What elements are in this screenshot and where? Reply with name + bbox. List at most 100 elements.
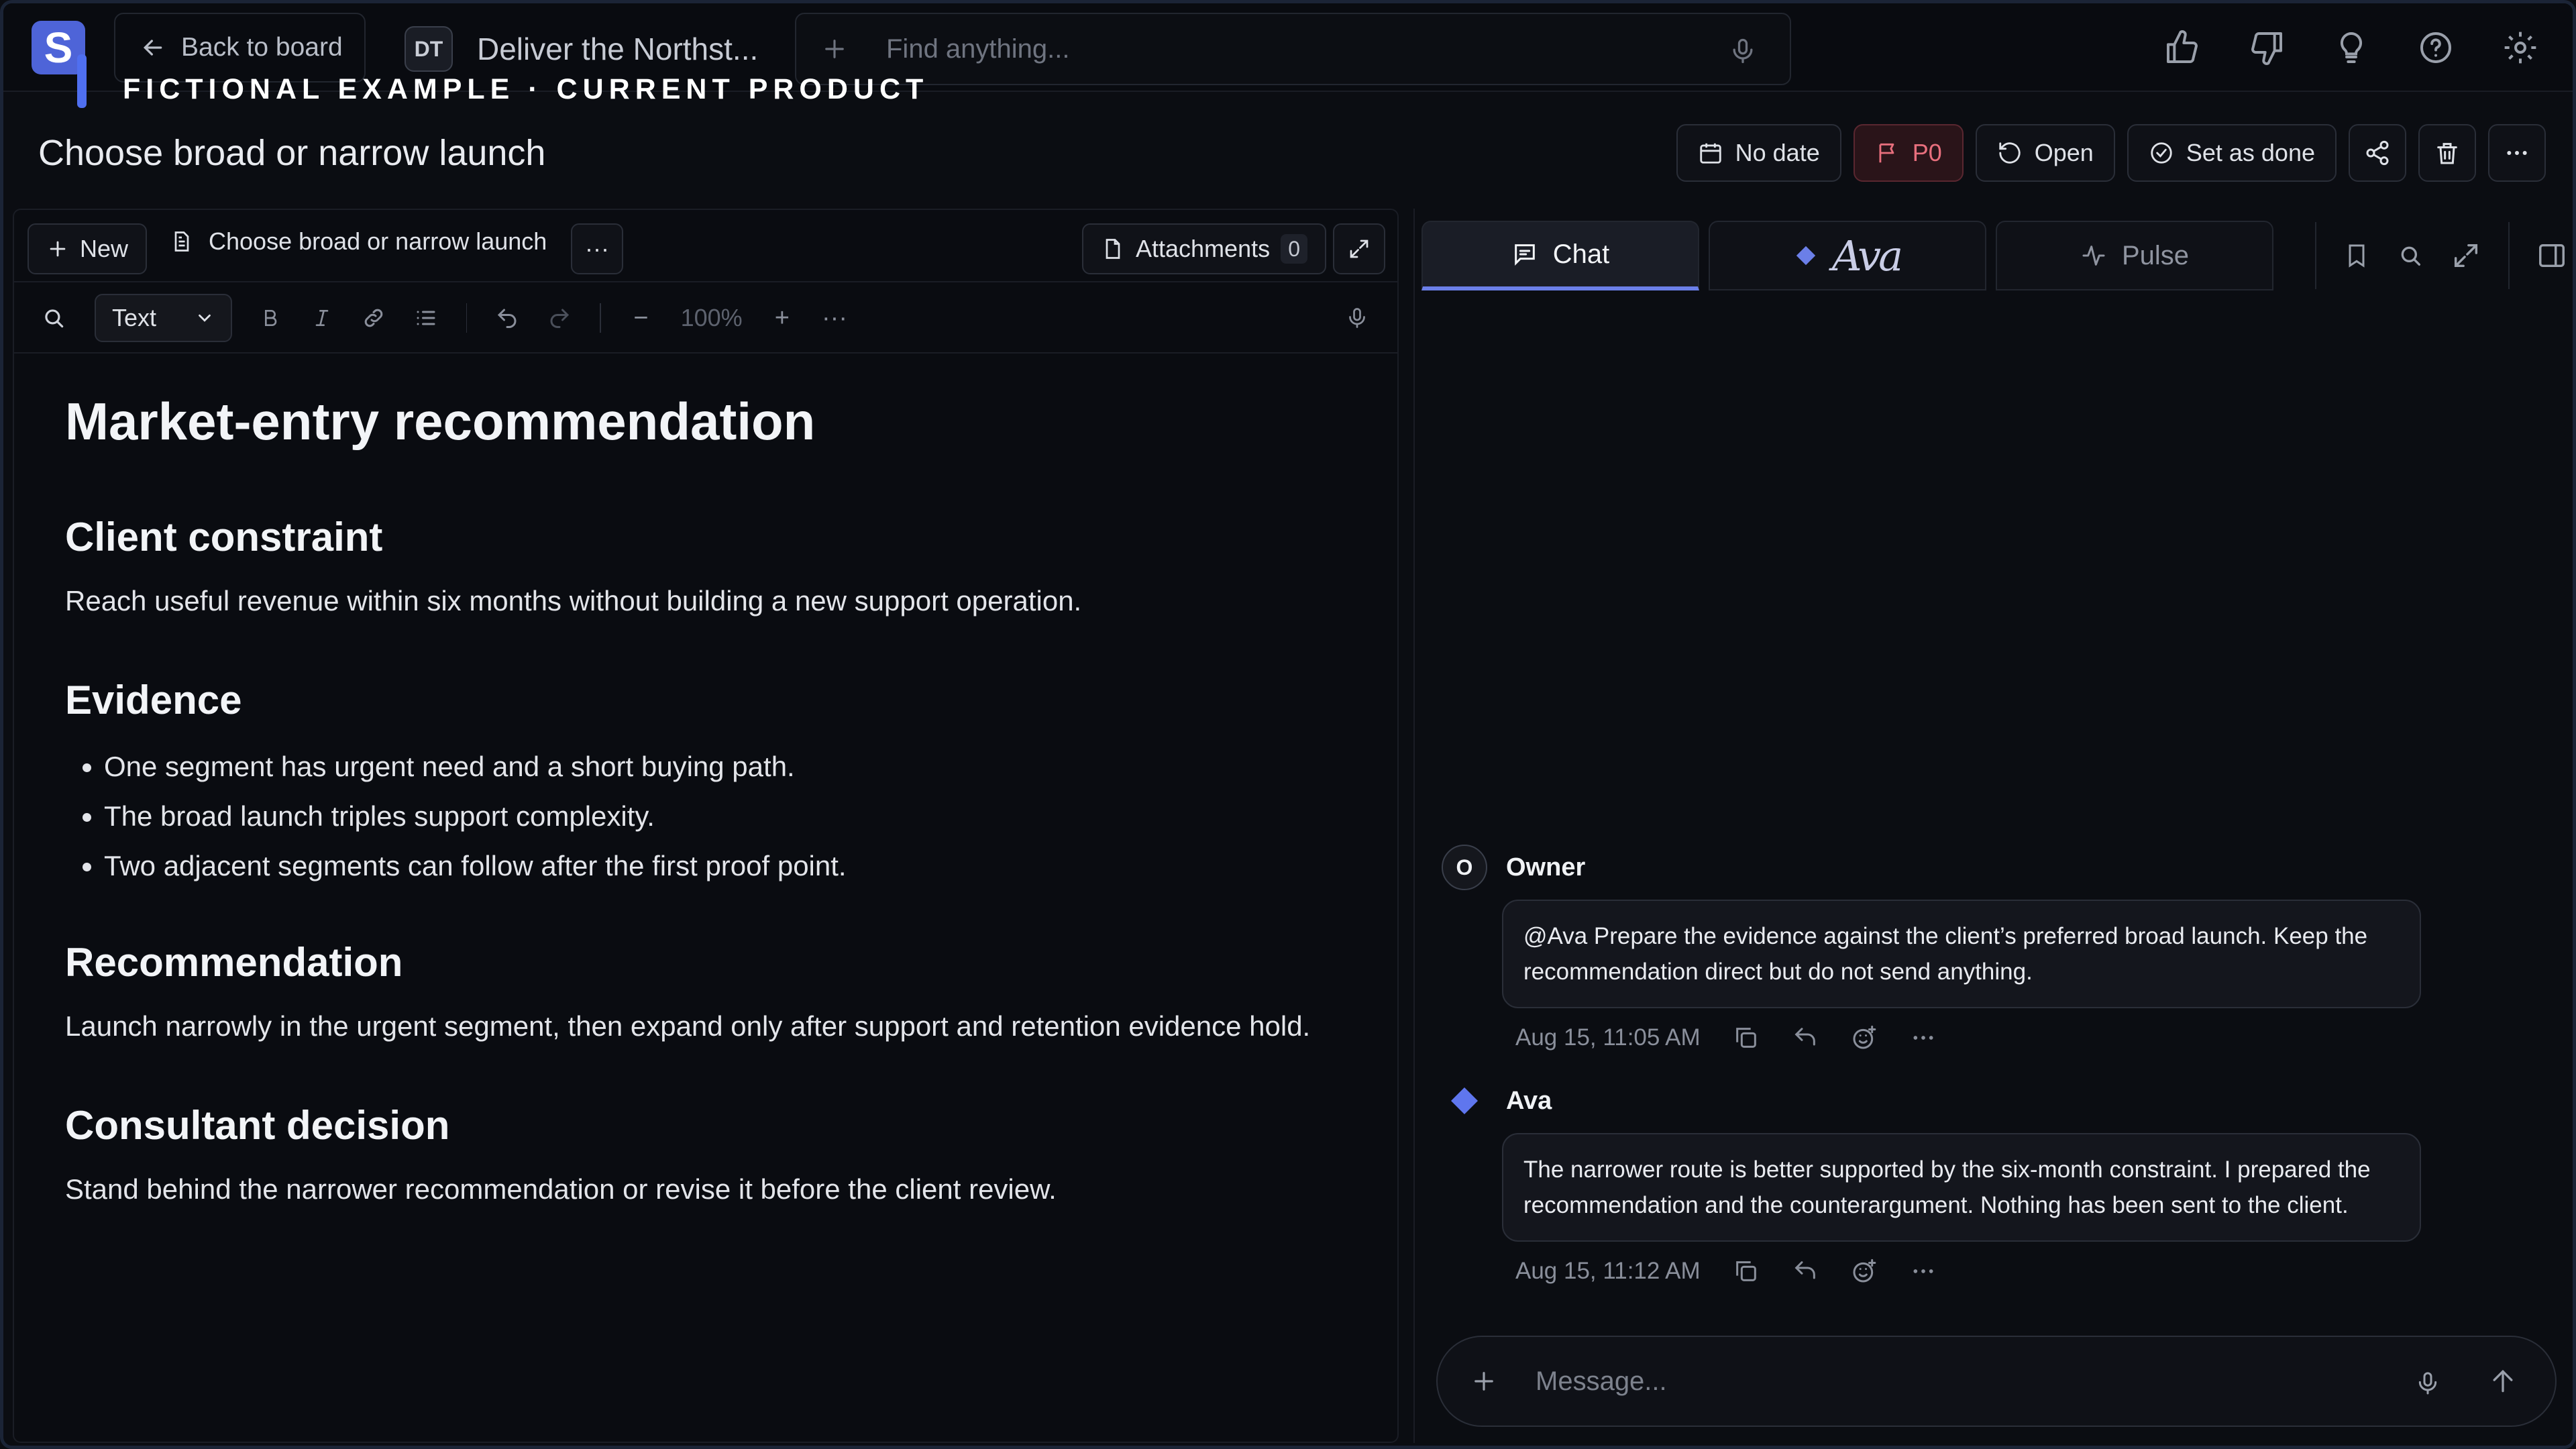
chat-message: Ava The narrower route is better support…: [1442, 1078, 2488, 1285]
add-reaction-icon[interactable]: [1851, 1024, 1878, 1051]
section-heading: Client constraint: [65, 515, 383, 559]
new-button[interactable]: New: [28, 223, 148, 274]
lightbulb-icon[interactable]: [2332, 29, 2370, 66]
delete-button[interactable]: [2418, 124, 2476, 182]
zoom-level: 100%: [680, 304, 743, 331]
message-meta: Aug 15, 11:12 AM: [1515, 1258, 2488, 1285]
message-composer[interactable]: Message...: [1436, 1336, 2557, 1427]
ava-avatar-icon: [1442, 1078, 1487, 1124]
panel-divider: [2315, 222, 2316, 289]
search-input[interactable]: Find anything...: [795, 13, 1791, 85]
section-heading: Consultant decision: [65, 1103, 450, 1148]
top-bar: S Back to board DT Deliver the Northst..…: [3, 3, 2573, 108]
project-name: Deliver the Northst...: [477, 32, 759, 66]
message-author: Owner: [1506, 853, 1586, 881]
tab-ava-label: Ava: [1831, 231, 1903, 280]
italic-icon[interactable]: [310, 305, 333, 331]
thumbs-down-icon[interactable]: [2248, 29, 2286, 66]
chevron-down-icon: [195, 308, 215, 328]
section-heading: Recommendation: [65, 940, 403, 985]
reply-icon[interactable]: [1792, 1024, 1819, 1051]
more-horizontal-icon[interactable]: [1910, 1258, 1937, 1285]
section-heading: Evidence: [65, 678, 242, 722]
toolbar-divider: [600, 303, 602, 333]
message-input[interactable]: Message...: [1536, 1366, 1667, 1397]
share-button[interactable]: [2349, 124, 2406, 182]
attachments-button[interactable]: Attachments 0: [1082, 223, 1327, 274]
message-header: Ava: [1442, 1078, 2488, 1124]
tab-pulse[interactable]: Pulse: [1996, 221, 2273, 290]
reply-icon[interactable]: [1792, 1258, 1819, 1285]
arrow-left-icon: [140, 34, 166, 61]
status-label: Open: [2034, 139, 2094, 166]
zoom-in-button[interactable]: +: [771, 304, 794, 332]
settings-icon[interactable]: [2502, 29, 2539, 66]
more-horizontal-icon: [2504, 140, 2530, 166]
plus-icon[interactable]: [820, 35, 849, 63]
share-icon: [2364, 140, 2391, 166]
message-bubble: @Ava Prepare the evidence against the cl…: [1502, 900, 2421, 1008]
evidence-list: One segment has urgent need and a short …: [104, 742, 1340, 891]
mic-icon[interactable]: [1728, 34, 1758, 68]
section-body: Launch narrowly in the urgent segment, t…: [65, 1010, 1311, 1042]
document-body[interactable]: Market-entry recommendation Client const…: [65, 391, 1340, 1265]
document-selector[interactable]: Choose broad or narrow launch: [170, 227, 547, 256]
help-icon[interactable]: [2417, 29, 2455, 66]
section-client-constraint: Client constraint Reach useful revenue w…: [65, 514, 1340, 623]
search-icon[interactable]: [2397, 242, 2424, 269]
section-body: Reach useful revenue within six months w…: [65, 585, 1082, 616]
task-title: Choose broad or narrow launch: [38, 133, 546, 173]
send-arrow-icon[interactable]: [2488, 1366, 2518, 1396]
due-date-button[interactable]: No date: [1676, 124, 1841, 182]
format-more-button[interactable]: ···: [822, 304, 847, 332]
tab-pulse-label: Pulse: [2121, 240, 2190, 270]
back-label: Back to board: [181, 33, 343, 62]
more-actions-button[interactable]: [2488, 124, 2546, 182]
expand-document-button[interactable]: [1333, 223, 1385, 274]
chat-tabs: Chat Ava Pulse: [1421, 221, 2273, 290]
section-evidence: Evidence One segment has urgent need and…: [65, 677, 1340, 891]
maximize-icon[interactable]: [2451, 240, 2481, 271]
bold-icon[interactable]: [259, 305, 282, 331]
document-title: Market-entry recommendation: [65, 392, 816, 451]
priority-button[interactable]: P0: [1853, 124, 1964, 182]
tab-ava[interactable]: Ava: [1709, 221, 1986, 290]
copy-icon[interactable]: [1733, 1024, 1760, 1051]
list-item: One segment has urgent need and a short …: [104, 742, 1340, 792]
chat-message: O Owner @Ava Prepare the evidence agains…: [1442, 845, 2488, 1051]
back-to-board-button[interactable]: Back to board: [114, 13, 366, 83]
set-as-done-label: Set as done: [2186, 139, 2315, 166]
more-horizontal-icon[interactable]: [1910, 1024, 1937, 1051]
bullet-list-icon[interactable]: [414, 305, 438, 331]
mic-icon[interactable]: [2414, 1368, 2441, 1399]
project-selector[interactable]: DT Deliver the Northst...: [405, 26, 758, 72]
redo-icon[interactable]: [547, 305, 572, 331]
message-icon: [1511, 241, 1538, 268]
project-initials: DT: [405, 26, 453, 72]
tab-chat-label: Chat: [1552, 239, 1610, 269]
set-as-done-button[interactable]: Set as done: [2127, 124, 2337, 182]
bookmark-icon[interactable]: [2343, 242, 2370, 269]
document-more-button[interactable]: ···: [571, 223, 623, 274]
section-body: Stand behind the narrower recommendation…: [65, 1173, 1057, 1205]
priority-label: P0: [1912, 139, 1942, 166]
status-button[interactable]: Open: [1975, 124, 2115, 182]
search-icon[interactable]: [41, 305, 66, 331]
tab-chat[interactable]: Chat: [1421, 221, 1699, 290]
app-logo[interactable]: S: [32, 21, 89, 108]
attach-plus-icon[interactable]: [1470, 1367, 1498, 1395]
ava-diamond-icon: [1794, 244, 1817, 267]
add-reaction-icon[interactable]: [1851, 1258, 1878, 1285]
thumbs-up-icon[interactable]: [2163, 29, 2201, 66]
copy-icon[interactable]: [1733, 1258, 1760, 1285]
list-item: The broad launch triples support complex…: [104, 792, 1340, 841]
attachments-label: Attachments: [1136, 235, 1271, 262]
document-toolbar: New Choose broad or narrow launch ··· At…: [14, 210, 1397, 282]
zoom-out-button[interactable]: −: [629, 304, 652, 332]
link-icon[interactable]: [362, 305, 386, 331]
dictation-mic-icon[interactable]: [1345, 305, 1369, 331]
undo-icon[interactable]: [495, 305, 519, 331]
text-style-select[interactable]: Text: [95, 294, 232, 342]
sidebar-toggle-icon[interactable]: [2536, 240, 2567, 271]
watermark-label: FICTIONAL EXAMPLE · CURRENT PRODUCT: [123, 73, 929, 105]
